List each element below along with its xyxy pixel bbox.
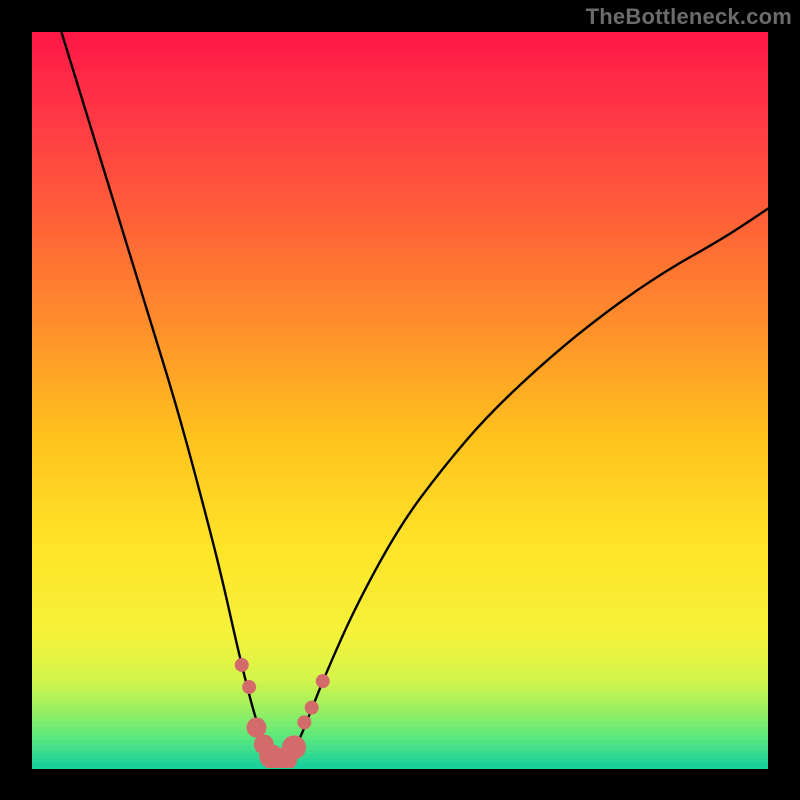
bottleneck-point bbox=[235, 658, 249, 672]
left-curve bbox=[61, 32, 282, 764]
bottleneck-point bbox=[242, 680, 256, 694]
bottleneck-markers bbox=[235, 658, 330, 768]
watermark-text: TheBottleneck.com bbox=[586, 4, 792, 30]
bottleneck-point bbox=[282, 735, 306, 759]
bottleneck-point bbox=[297, 715, 311, 729]
chart-frame: TheBottleneck.com bbox=[0, 0, 800, 800]
curve-layer bbox=[32, 32, 768, 768]
bottleneck-point bbox=[305, 701, 319, 715]
bottleneck-point bbox=[316, 674, 330, 688]
right-curve bbox=[282, 209, 768, 765]
